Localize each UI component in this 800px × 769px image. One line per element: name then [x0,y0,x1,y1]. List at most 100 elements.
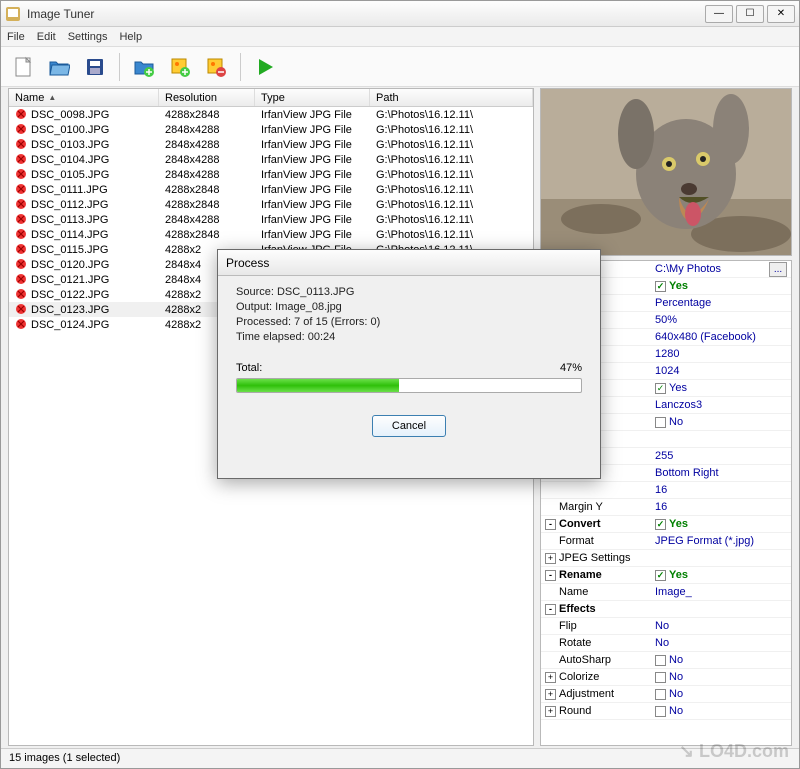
close-button[interactable]: ✕ [767,5,795,23]
maximize-button[interactable]: ☐ [736,5,764,23]
property-row[interactable]: FlipNo [541,618,791,635]
property-value[interactable]: 16 [651,499,791,515]
property-row[interactable]: -Rename✓Yes [541,567,791,584]
file-icon [15,288,29,302]
column-resolution[interactable]: Resolution [159,89,255,106]
add-folder-button[interactable] [128,51,160,83]
property-value[interactable]: JPEG Format (*.jpg) [651,533,791,549]
browse-button[interactable]: ... [769,262,787,277]
property-row[interactable]: FormatJPEG Format (*.jpg) [541,533,791,550]
table-row[interactable]: DSC_0098.JPG4288x2848IrfanView JPG FileG… [9,107,533,122]
file-resolution: 2848x4288 [159,122,255,137]
cancel-button[interactable]: Cancel [372,415,446,437]
property-value[interactable] [651,601,791,617]
checkbox-icon[interactable] [655,689,666,700]
menu-edit[interactable]: Edit [37,31,56,43]
table-row[interactable]: DSC_0111.JPG4288x2848IrfanView JPG FileG… [9,182,533,197]
expand-icon[interactable]: + [545,689,556,700]
menu-file[interactable]: File [7,31,25,43]
column-name[interactable]: Name▲ [9,89,159,106]
checkbox-icon[interactable] [655,655,666,666]
property-value[interactable]: No [651,669,791,685]
collapse-icon[interactable]: - [545,604,556,615]
checkbox-icon[interactable]: ✓ [655,281,666,292]
property-value[interactable] [651,550,791,566]
expand-icon[interactable]: + [545,706,556,717]
property-value[interactable]: C:\My Photos... [651,261,791,277]
property-value[interactable]: No [651,703,791,719]
property-row[interactable]: +ColorizeNo [541,669,791,686]
property-value[interactable]: Bottom Right [651,465,791,481]
property-value[interactable]: 255 [651,448,791,464]
property-value[interactable]: Percentage [651,295,791,311]
file-icon [15,108,29,122]
property-value[interactable]: ✓Yes [651,278,791,294]
property-value[interactable]: No [651,414,791,430]
property-row[interactable]: -Convert✓Yes [541,516,791,533]
collapse-icon[interactable]: - [545,519,556,530]
property-value[interactable]: 1280 [651,346,791,362]
checkbox-icon[interactable]: ✓ [655,519,666,530]
remove-image-button[interactable] [200,51,232,83]
file-icon [15,213,29,227]
sort-asc-icon: ▲ [48,93,56,102]
property-row[interactable]: +RoundNo [541,703,791,720]
minimize-button[interactable]: — [705,5,733,23]
menu-settings[interactable]: Settings [68,31,108,43]
property-row[interactable]: AutoSharpNo [541,652,791,669]
property-value[interactable]: No [651,618,791,634]
table-row[interactable]: DSC_0113.JPG2848x4288IrfanView JPG FileG… [9,212,533,227]
property-value[interactable]: No [651,652,791,668]
property-value[interactable]: Lanczos3 [651,397,791,413]
file-type: IrfanView JPG File [255,137,370,152]
checkbox-icon[interactable] [655,672,666,683]
expand-icon[interactable]: + [545,553,556,564]
add-image-button[interactable] [164,51,196,83]
table-row[interactable]: DSC_0100.JPG2848x4288IrfanView JPG FileG… [9,122,533,137]
table-row[interactable]: DSC_0105.JPG2848x4288IrfanView JPG FileG… [9,167,533,182]
property-row[interactable]: 16 [541,482,791,499]
open-button[interactable] [43,51,75,83]
table-row[interactable]: DSC_0114.JPG4288x2848IrfanView JPG FileG… [9,227,533,242]
property-value[interactable]: 16 [651,482,791,498]
property-row[interactable]: +JPEG Settings [541,550,791,567]
image-preview [540,88,792,256]
table-row[interactable]: DSC_0103.JPG2848x4288IrfanView JPG FileG… [9,137,533,152]
file-name: DSC_0120.JPG [31,259,109,271]
titlebar[interactable]: Image Tuner — ☐ ✕ [1,1,799,27]
checkbox-icon[interactable] [655,706,666,717]
property-value[interactable]: Image_ [651,584,791,600]
property-row[interactable]: NameImage_ [541,584,791,601]
property-value[interactable]: 50% [651,312,791,328]
column-type[interactable]: Type [255,89,370,106]
property-row[interactable]: RotateNo [541,635,791,652]
property-row[interactable]: -Effects [541,601,791,618]
file-name: DSC_0121.JPG [31,274,109,286]
property-value[interactable] [651,431,791,447]
property-value[interactable]: 1024 [651,363,791,379]
property-value[interactable]: 640x480 (Facebook) [651,329,791,345]
checkbox-icon[interactable]: ✓ [655,383,666,394]
file-type: IrfanView JPG File [255,212,370,227]
checkbox-icon[interactable]: ✓ [655,570,666,581]
dialog-title[interactable]: Process [218,250,600,276]
column-path[interactable]: Path [370,89,533,106]
collapse-icon[interactable]: - [545,570,556,581]
property-value[interactable]: ✓Yes [651,380,791,396]
property-value[interactable]: ✓Yes [651,567,791,583]
property-row[interactable]: Margin Y16 [541,499,791,516]
property-value[interactable]: No [651,635,791,651]
run-button[interactable] [249,51,281,83]
file-resolution: 2848x4288 [159,152,255,167]
menu-help[interactable]: Help [119,31,142,43]
save-button[interactable] [79,51,111,83]
property-value[interactable]: No [651,686,791,702]
property-row[interactable]: +AdjustmentNo [541,686,791,703]
checkbox-icon[interactable] [655,417,666,428]
app-window: Image Tuner — ☐ ✕ File Edit Settings Hel… [0,0,800,769]
property-value[interactable]: ✓Yes [651,516,791,532]
expand-icon[interactable]: + [545,672,556,683]
table-row[interactable]: DSC_0104.JPG2848x4288IrfanView JPG FileG… [9,152,533,167]
table-row[interactable]: DSC_0112.JPG4288x2848IrfanView JPG FileG… [9,197,533,212]
new-button[interactable] [7,51,39,83]
